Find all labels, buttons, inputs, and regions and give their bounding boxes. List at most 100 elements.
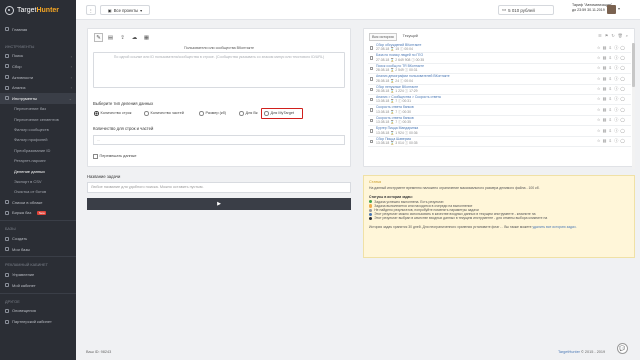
trash-icon[interactable]: 🗑 <box>618 33 623 38</box>
chat-icon[interactable]: 💬 <box>617 343 628 354</box>
sidebar-sub-item[interactable]: Экспорт в CSV <box>0 176 76 186</box>
file-icon[interactable]: ▤ <box>603 65 607 70</box>
download-icon[interactable]: ⇩ <box>609 86 613 91</box>
sidebar-sub-item[interactable]: Очистка от ботов <box>0 187 76 197</box>
list-icon[interactable]: ☰ <box>598 33 602 38</box>
sidebar-item-home[interactable]: Главная <box>0 24 76 35</box>
file-icon[interactable]: ▤ <box>603 138 607 143</box>
delete-history-link[interactable]: удалить все историю задач. <box>532 225 576 229</box>
sidebar-sub-item[interactable]: Пересечение баз <box>0 104 76 114</box>
task-name-input[interactable]: Любое название для удобного поиска. Можн… <box>87 182 351 193</box>
file-icon[interactable]: ▤ <box>603 76 607 81</box>
run-button[interactable]: ▶ <box>87 198 351 210</box>
sidebar-item-partner[interactable]: Партнерский кабинет <box>0 316 76 327</box>
file-icon[interactable]: ▤ <box>603 55 607 60</box>
cloud-icon[interactable]: ☁ <box>130 33 139 42</box>
tab-all-history[interactable]: Вся история <box>369 33 397 41</box>
info-icon[interactable]: ⓘ <box>614 65 618 70</box>
caret-down-icon[interactable]: ▾ <box>618 6 620 11</box>
history-row[interactable]: Анализ демографии пользователей ВКонтакт… <box>368 74 631 85</box>
star-icon[interactable]: ☆ <box>597 138 601 143</box>
sidebar-item-notifications[interactable]: Оповещения <box>0 306 76 317</box>
info-icon[interactable]: ⓘ <box>614 76 618 81</box>
sidebar-sub-item[interactable]: Фильтр профилей <box>0 135 76 145</box>
row-checkbox[interactable] <box>369 66 373 71</box>
logo[interactable]: TargetHunter <box>0 0 76 20</box>
download-icon[interactable]: ⇩ <box>609 45 613 50</box>
projects-dropdown[interactable]: ▣ Все проекты ▾ <box>100 5 150 15</box>
sidebar-item-manage[interactable]: Управление <box>0 269 76 280</box>
file-icon[interactable]: ▤ <box>603 128 607 133</box>
balance-button[interactable]: ▭ 5 010 рублей <box>498 5 554 15</box>
file-icon[interactable]: ▤ <box>603 45 607 50</box>
refresh-icon[interactable]: ↻ <box>611 33 614 38</box>
tab-current[interactable]: Текущий <box>401 33 420 41</box>
row-checkbox[interactable] <box>369 77 373 81</box>
history-row[interactable]: Сбор Пицца Шаверма 13.08.18 ⌛ 3 014 ⓘ 00:… <box>368 137 631 147</box>
file-icon[interactable]: ▤ <box>603 117 607 122</box>
sidebar-item-my-cabinet[interactable]: Мой кабинет <box>0 280 76 291</box>
star-icon[interactable]: ☆ <box>597 45 601 50</box>
shuffle-checkbox[interactable]: Перемешать данные <box>93 154 137 159</box>
users-textarea[interactable]: По одной ссылке или ID пользователя/сооб… <box>93 52 345 88</box>
star-icon[interactable]: ☆ <box>597 107 601 112</box>
radio-for-mytarget[interactable]: Для MyTarget <box>264 111 294 116</box>
download-icon[interactable]: ⇩ <box>609 55 613 60</box>
info-icon[interactable]: ⓘ <box>614 97 618 102</box>
download-icon[interactable]: ⇩ <box>609 117 613 122</box>
edit-icon[interactable]: ✎ <box>94 33 103 42</box>
row-checkbox[interactable] <box>369 46 373 50</box>
sidebar-item-my-bases[interactable]: Мои базы <box>0 244 76 255</box>
download-icon[interactable]: ⇩ <box>609 76 613 81</box>
history-row[interactable]: Скорость ответа банков 13.08.18 ⌛ 7 ⓘ 00:… <box>368 105 631 116</box>
sidebar-item-tools[interactable]: Инструменты ⌄ <box>0 92 76 104</box>
row-checkbox[interactable] <box>369 97 373 102</box>
sidebar-sub-item[interactable]: Ретаргет-парсинг <box>0 156 76 166</box>
select-icon[interactable]: ◯ <box>620 65 625 70</box>
radio-parts-count[interactable]: Количество частей <box>144 111 184 116</box>
radio-for-vk[interactable]: Для Вк <box>239 111 258 116</box>
info-title[interactable]: Статья <box>369 180 629 184</box>
info-icon[interactable]: ⓘ <box>614 138 618 143</box>
sidebar-item-cloud-lists[interactable]: Списки в облаке <box>0 197 76 208</box>
history-row[interactable]: Скорость ответа банков 13.08.18 ⌛ 7 ⓘ 00:… <box>368 116 631 127</box>
row-checkbox[interactable] <box>369 139 373 144</box>
info-icon[interactable]: ⓘ <box>614 117 618 122</box>
download-icon[interactable]: ⇩ <box>609 97 613 102</box>
select-icon[interactable]: ◯ <box>620 128 625 133</box>
star-icon[interactable]: ☆ <box>597 128 601 133</box>
radio-size-kb[interactable]: Размер (кб) <box>199 111 226 116</box>
select-icon[interactable]: ◯ <box>620 117 625 122</box>
info-icon[interactable]: ⓘ <box>614 45 618 50</box>
star-icon[interactable]: ☆ <box>597 55 601 60</box>
table-icon[interactable]: ▦ <box>142 33 151 42</box>
download-icon[interactable]: ⇩ <box>609 107 613 112</box>
info-icon[interactable]: ⓘ <box>614 107 618 112</box>
row-checkbox[interactable] <box>369 56 373 60</box>
file-icon[interactable]: ▤ <box>603 86 607 91</box>
select-icon[interactable]: ◯ <box>620 138 625 143</box>
star-icon[interactable]: ☆ <box>597 76 601 81</box>
select-icon[interactable]: ◯ <box>620 45 625 50</box>
select-icon[interactable]: ◯ <box>620 107 625 112</box>
upload-icon[interactable]: ⇪ <box>118 33 127 42</box>
star-icon[interactable]: ☆ <box>597 86 601 91</box>
select-icon[interactable]: ◯ <box>620 76 625 81</box>
avatar[interactable] <box>607 5 616 14</box>
search-icon[interactable]: ⌕ <box>626 33 628 38</box>
history-scrollbar[interactable] <box>632 43 635 169</box>
history-row[interactable]: Сбор обсуждений ВКонтакте 27.08.18 ⌛ 15 ⓘ… <box>368 43 631 54</box>
download-icon[interactable]: ⇩ <box>609 65 613 70</box>
sidebar-item-analysis[interactable]: Анализ › <box>0 82 76 93</box>
row-checkbox[interactable] <box>369 108 373 112</box>
history-row[interactable]: Анализ > Сообщества > Скорость ответа 13.… <box>368 95 631 106</box>
history-row[interactable]: Сбор ненужные ВКонтакте 28.08.18 ⌛ 1 224 … <box>368 85 631 95</box>
select-icon[interactable]: ◯ <box>620 97 625 102</box>
info-icon[interactable]: ⓘ <box>614 86 618 91</box>
info-icon[interactable]: ⓘ <box>614 55 618 60</box>
sidebar-item-base-exchange[interactable]: Биржа баз New <box>0 208 76 219</box>
sidebar-item-search[interactable]: Поиск › <box>0 51 76 62</box>
select-icon[interactable]: ◯ <box>620 55 625 60</box>
sidebar-sub-item[interactable]: Преобразование ID <box>0 145 76 155</box>
info-icon[interactable]: ⓘ <box>614 128 618 133</box>
